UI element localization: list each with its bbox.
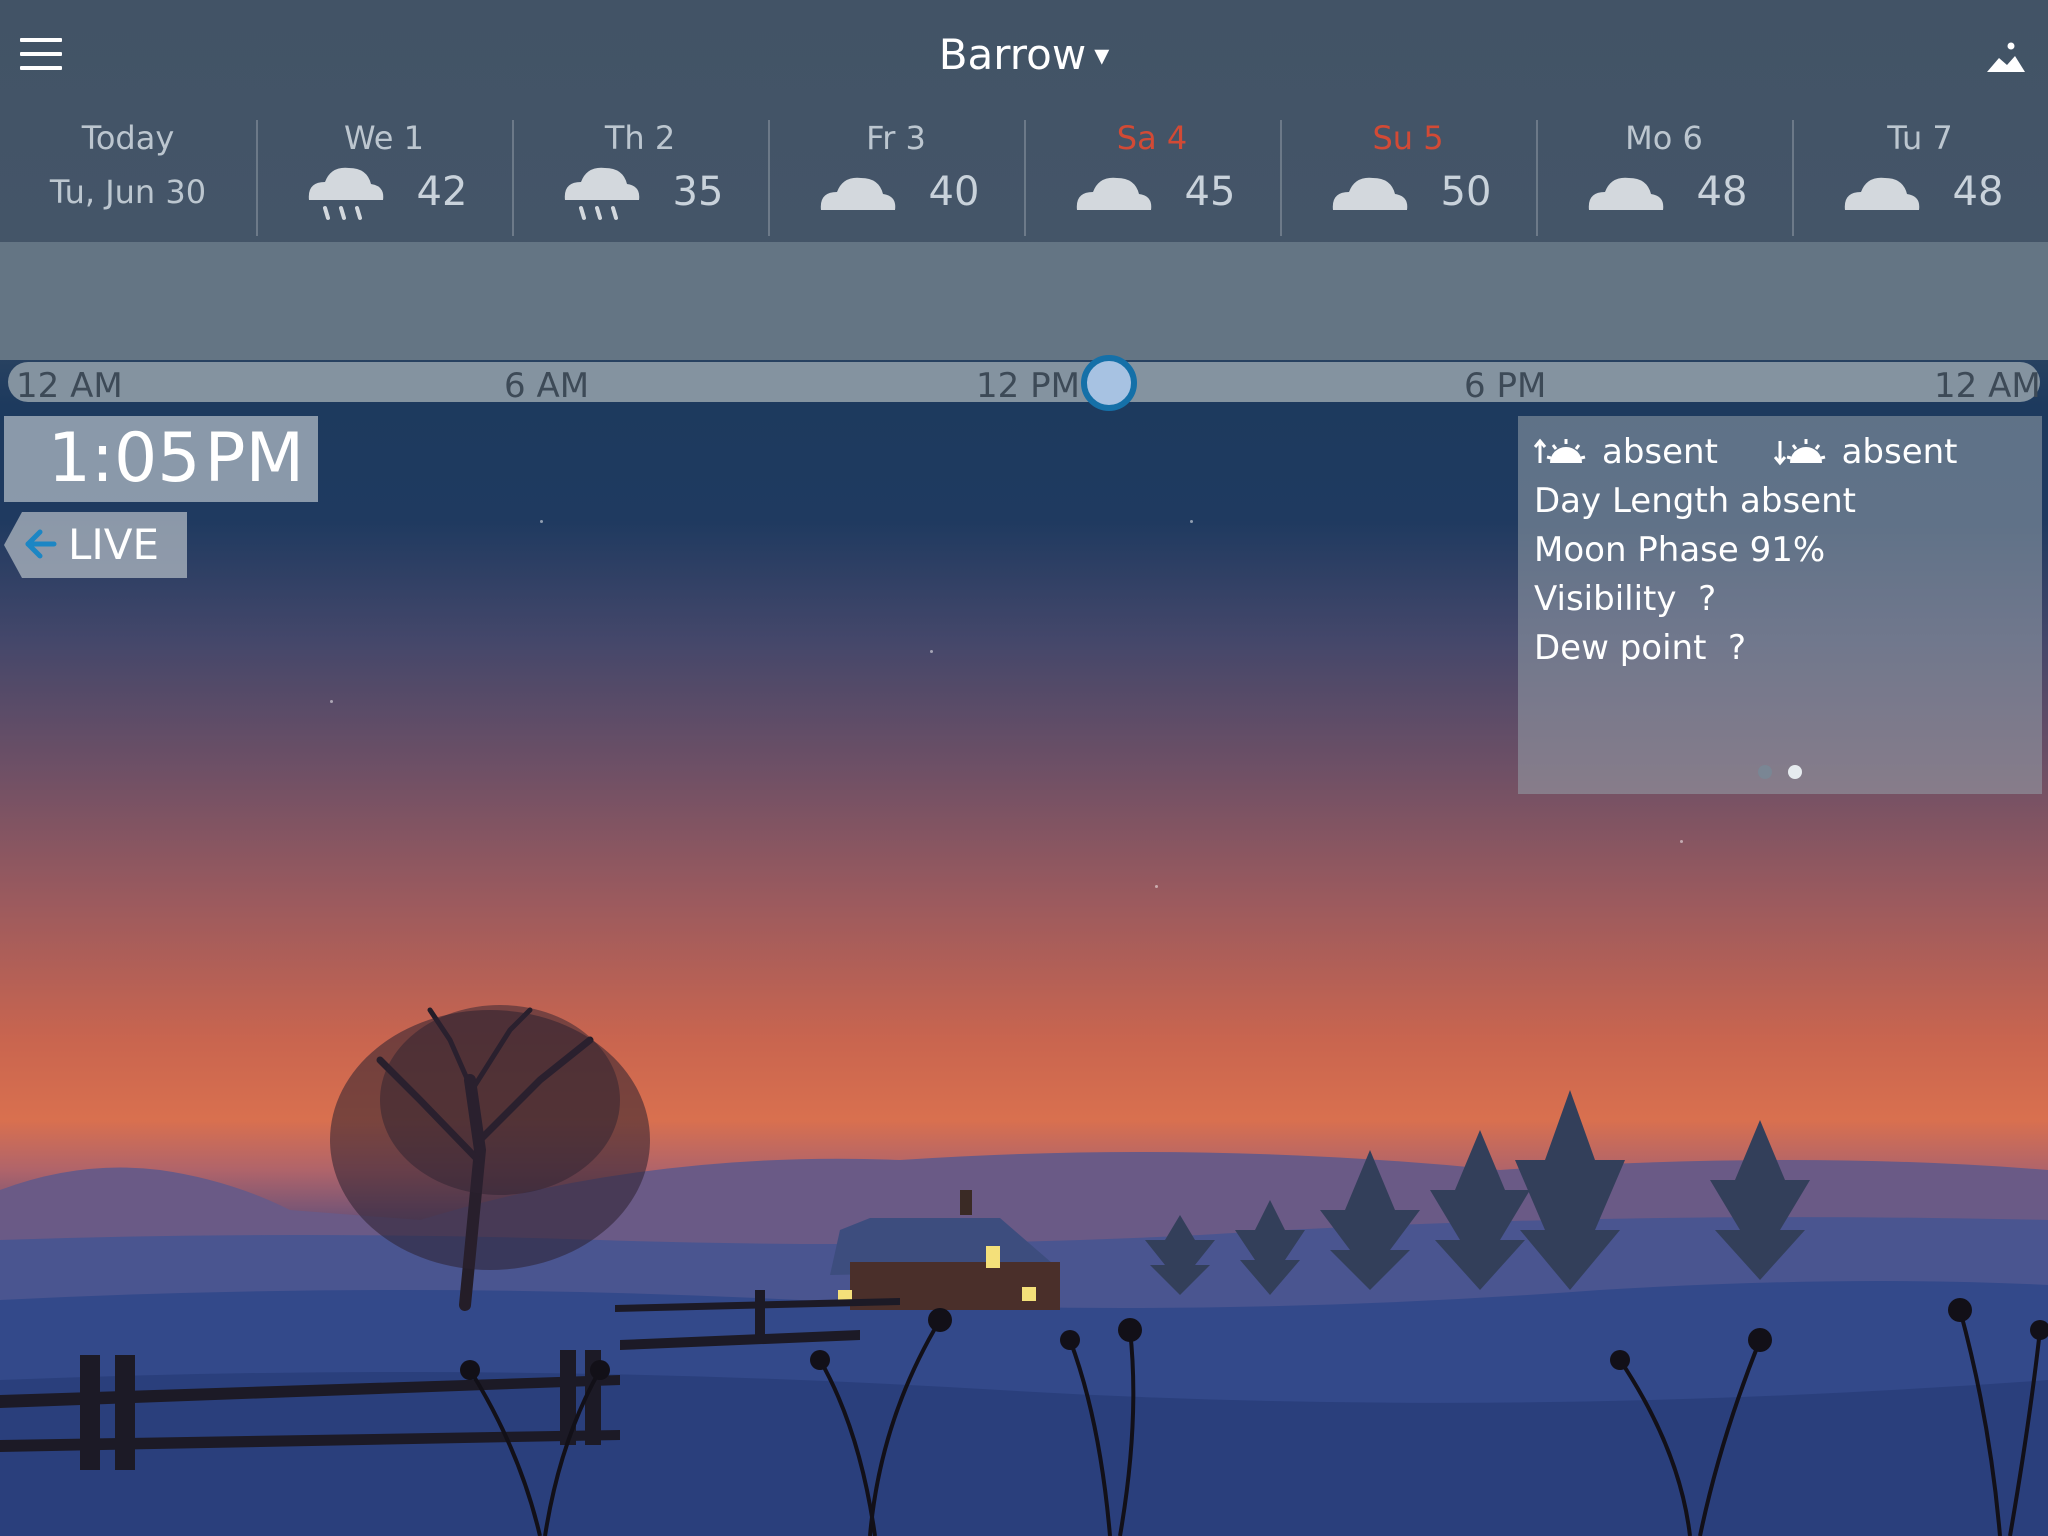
cloud-icon xyxy=(820,177,895,210)
cloud-icon xyxy=(1844,177,1919,210)
forecast-day[interactable]: Th 2 35 xyxy=(512,110,768,242)
forecast-day-temp: 48 xyxy=(1696,169,1748,215)
details-panel[interactable]: absent absent Day Length absent Moon Pha… xyxy=(1518,416,2042,794)
rain-cloud-icon xyxy=(308,167,383,220)
forecast-day-today[interactable]: Today Tu, Jun 30 xyxy=(0,110,256,242)
visibility-row: Visibility ? xyxy=(1534,579,1717,619)
forecast-day-body: 48 xyxy=(1792,160,2048,224)
forecast-day-body: 42 xyxy=(256,160,512,224)
tick-label: 12 PM xyxy=(976,366,1080,406)
live-button[interactable]: LIVE xyxy=(4,512,187,578)
cloud-icon xyxy=(1332,177,1407,210)
cloud-icon xyxy=(1588,177,1663,210)
sunrise-icon xyxy=(1533,438,1586,463)
current-time-display: 1:05PM xyxy=(4,416,318,502)
forecast-day-temp: 48 xyxy=(1952,169,2004,215)
sunset-value: absent xyxy=(1841,432,1958,472)
timeline-band xyxy=(0,242,2048,360)
forecast-day-name: Tu 7 xyxy=(1887,119,1953,157)
page-dot[interactable] xyxy=(1788,765,1802,779)
forecast-day[interactable]: We 1 42 xyxy=(256,110,512,242)
forecast-day[interactable]: Fr 3 40 xyxy=(768,110,1024,242)
sunrise-value: absent xyxy=(1602,432,1718,472)
forecast-day-body: 48 xyxy=(1536,160,1792,224)
today-label: Today xyxy=(81,119,175,157)
live-label: LIVE xyxy=(68,520,160,569)
today-date: Tu, Jun 30 xyxy=(49,173,207,211)
forecast-day-body: 35 xyxy=(512,160,768,224)
page-indicator xyxy=(1518,748,2042,788)
forecast-day-temp: 35 xyxy=(672,169,724,215)
dew-point-row: Dew point ? xyxy=(1534,628,1747,668)
forecast-day-name: Fr 3 xyxy=(866,119,926,157)
forecast-day-name: Th 2 xyxy=(604,119,676,157)
moon-phase-row: Moon Phase 91% xyxy=(1534,530,1826,570)
time-ampm: PM xyxy=(204,419,305,498)
forecast-day-body: 40 xyxy=(768,160,1024,224)
forecast-day-body: 45 xyxy=(1024,160,1280,224)
page-dot[interactable] xyxy=(1758,765,1772,779)
rain-cloud-icon xyxy=(564,167,639,220)
forecast-day-temp: 40 xyxy=(928,169,980,215)
tick-label: 12 AM xyxy=(1934,366,2041,406)
sunset-icon xyxy=(1773,439,1825,466)
forecast-day-name: Sa 4 xyxy=(1116,119,1188,157)
forecast-day-name: We 1 xyxy=(344,119,424,157)
forecast-day-temp: 42 xyxy=(416,169,468,215)
forecast-day[interactable]: Sa 4 45 xyxy=(1024,110,1280,242)
tick-label: 6 PM xyxy=(1464,366,1547,406)
forecast-day-body: 50 xyxy=(1280,160,1536,224)
arrow-left-icon xyxy=(25,529,57,559)
cloud-icon xyxy=(1076,177,1151,210)
forecast-day-name: Mo 6 xyxy=(1625,119,1703,157)
forecast-day[interactable]: Mo 6 48 xyxy=(1536,110,1792,242)
forecast-day-temp: 50 xyxy=(1440,169,1492,215)
location-name: Barrow xyxy=(938,30,1087,79)
caret-down-icon: ▾ xyxy=(1094,38,1110,73)
tick-label: 12 AM xyxy=(16,366,123,406)
forecast-day[interactable]: Su 5 50 xyxy=(1280,110,1536,242)
time-value: 1:05 xyxy=(47,419,201,498)
forecast-strip: Today Tu, Jun 30 We 1 42 Th 2 35 Fr 3 40 Sa 4 4… xyxy=(0,110,2048,242)
scenery-mountain-icon[interactable] xyxy=(1985,38,2027,74)
location-selector[interactable]: Barrow ▾ xyxy=(0,30,2048,79)
forecast-day[interactable]: Tu 7 48 xyxy=(1792,110,2048,242)
tick-label: 6 AM xyxy=(504,366,590,406)
sun-times-row: absent absent xyxy=(1533,428,2026,477)
top-bar: Barrow ▾ xyxy=(0,0,2048,110)
forecast-day-name: Su 5 xyxy=(1372,119,1444,157)
day-length-row: Day Length absent xyxy=(1534,481,1856,521)
forecast-day-temp: 45 xyxy=(1184,169,1236,215)
timeline-scrubber-knob[interactable] xyxy=(1081,355,1137,411)
